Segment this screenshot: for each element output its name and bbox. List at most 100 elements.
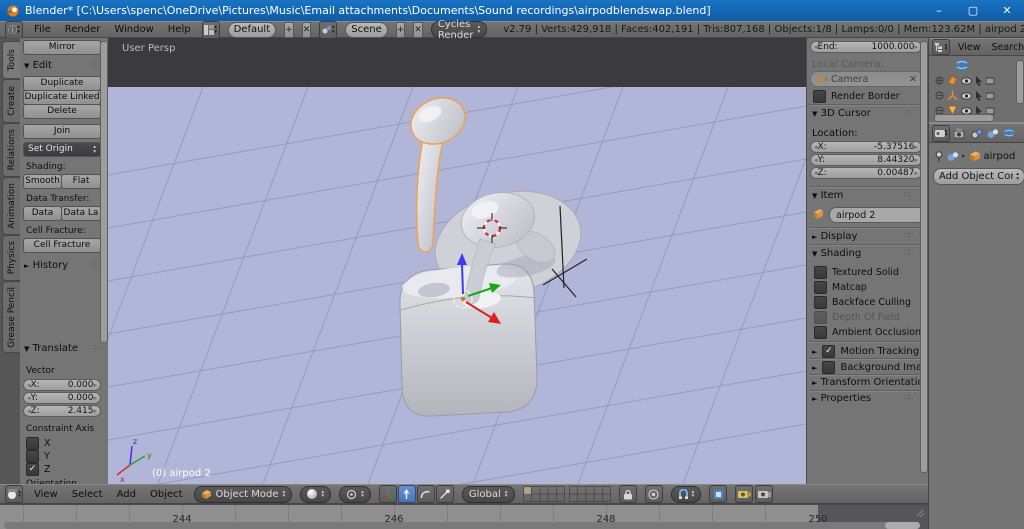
manipulator-rotate-button[interactable] (416, 485, 435, 503)
checkbox-icon[interactable] (26, 437, 39, 450)
panel-grip-icon[interactable]: ∷∷ (904, 231, 913, 240)
translate-y-field[interactable]: ◂ Y: 0.000 ▸ (23, 392, 101, 404)
translate-panel-header[interactable]: ▼ Translate ∷∷ (24, 343, 99, 354)
checkbox-icon[interactable] (814, 326, 827, 339)
object-data-cube-icon[interactable] (969, 150, 981, 162)
tab-physics[interactable]: Physics (2, 235, 21, 281)
panel-grip-icon[interactable]: ∷∷ (90, 343, 99, 352)
menu-file[interactable]: File (31, 24, 54, 35)
layer-grid-left-icon[interactable] (522, 486, 565, 502)
opengl-render-image-icon[interactable] (735, 485, 754, 503)
selectability-cursor-icon[interactable] (975, 90, 983, 101)
item-panel-header[interactable]: ▼ Item ∷∷ (812, 190, 913, 201)
checkbox-icon[interactable] (814, 266, 827, 279)
ambient-occlusion-checkbox[interactable]: Ambient Occlusion (814, 326, 921, 339)
textured-solid-checkbox[interactable]: Textured Solid (814, 266, 899, 279)
layout-delete-button[interactable]: ✕ (301, 21, 312, 38)
cursor-y-field[interactable]: ◂ Y: 8.44320 ▸ (810, 154, 922, 166)
item-name-field[interactable]: airpod 2 (829, 207, 925, 223)
menu-window[interactable]: Window (111, 24, 156, 35)
motion-tracking-panel-header[interactable]: ► ✓ Motion Tracking ∷∷ (812, 345, 933, 358)
tab-scene-icon[interactable] (971, 128, 983, 139)
scene-world-icon[interactable] (955, 58, 969, 72)
checkbox-icon[interactable] (814, 281, 827, 294)
edit-panel-header[interactable]: ▼ Edit ∷∷ (24, 60, 99, 71)
tab-world-icon[interactable] (1003, 127, 1015, 139)
panel-grip-icon[interactable]: ∷∷ (904, 377, 913, 386)
translate-z-field[interactable]: ◂ Z: 2.415 ▸ (23, 405, 101, 417)
viewport-3d-scene[interactable]: z y x (108, 38, 806, 484)
checkbox-icon[interactable]: ✓ (26, 463, 39, 476)
tab-relations[interactable]: Relations (2, 123, 21, 177)
panel-grip-icon[interactable]: ∷∷ (904, 393, 913, 402)
mirror-button[interactable]: Mirror (23, 40, 101, 55)
expand-icon[interactable] (935, 76, 944, 85)
menu-object[interactable]: Object (147, 489, 186, 500)
matcap-checkbox[interactable]: Matcap (814, 281, 867, 294)
constraint-y-checkbox[interactable]: Y (26, 450, 50, 463)
pivot-point-selector[interactable]: ▴ ▾ (339, 485, 371, 503)
constraint-x-checkbox[interactable]: X (26, 437, 51, 450)
snap-target-icon[interactable] (709, 485, 728, 503)
local-camera-field[interactable]: Camera ✕ (810, 71, 924, 87)
lock-to-scene-icon[interactable] (618, 485, 637, 503)
cursor-x-field[interactable]: ◂ X: -5.37516 ▸ (810, 141, 922, 153)
pin-icon[interactable] (934, 150, 944, 162)
shade-smooth-button[interactable]: Smooth (23, 174, 62, 189)
layers-widget[interactable] (522, 486, 611, 502)
data-button[interactable]: Data (23, 206, 62, 221)
tab-create[interactable]: Create (2, 79, 21, 123)
transform-orientations-panel-header[interactable]: ► Transform Orientations ∷∷ (812, 377, 935, 388)
outliner-menu-search[interactable]: Search (989, 42, 1024, 53)
constraint-z-checkbox[interactable]: ✓ Z (26, 463, 51, 476)
tool-shelf-scrollbar[interactable] (100, 41, 108, 343)
set-origin-menu[interactable]: Set Origin ▴ ▾ (23, 142, 101, 157)
display-panel-header[interactable]: ► Display ∷∷ (812, 231, 913, 242)
tab-render-icon[interactable] (954, 128, 967, 139)
panel-grip-icon[interactable]: ∷∷ (90, 60, 99, 69)
manipulator-translate-button[interactable] (397, 485, 416, 503)
checkbox-icon[interactable]: ✓ (822, 345, 836, 358)
history-panel-header[interactable]: ► History ∷∷ (24, 260, 99, 271)
outliner-row-empty[interactable] (935, 90, 997, 101)
cursor-panel-header[interactable]: ▼ 3D Cursor ∷∷ (812, 108, 913, 119)
minimize-button[interactable]: – (922, 0, 956, 21)
backface-culling-checkbox[interactable]: Backface Culling (814, 296, 911, 309)
menu-help[interactable]: Help (165, 24, 194, 35)
add-object-constraint-button[interactable]: Add Object Constr... ▴▾ (933, 168, 1024, 185)
duplicate-button[interactable]: Duplicate (23, 76, 101, 91)
panel-grip-icon[interactable]: ∷∷ (904, 108, 913, 117)
viewport-3d[interactable]: z y x User Persp (0) airpod 2 (108, 38, 806, 484)
outliner-row-mesh[interactable] (935, 75, 997, 86)
tab-grease-pencil[interactable]: Grease Pencil (2, 281, 21, 353)
outliner-scrollbar-vertical[interactable] (1016, 60, 1024, 104)
menu-add[interactable]: Add (114, 489, 139, 500)
checkbox-icon[interactable] (822, 361, 836, 374)
translate-x-field[interactable]: ◂ X: 0.000 ▸ (23, 379, 101, 391)
panel-grip-icon[interactable]: ∷∷ (90, 260, 99, 269)
scene-delete-button[interactable]: ✕ (413, 21, 423, 38)
layer-grid-right-icon[interactable] (568, 486, 611, 502)
manipulator-axis-icon[interactable] (378, 485, 397, 503)
region-resize-corner-icon[interactable] (914, 507, 926, 519)
layout-selector[interactable]: Default (227, 21, 277, 38)
menu-render[interactable]: Render (62, 24, 104, 35)
close-button[interactable]: ✕ (990, 0, 1024, 21)
scene-add-button[interactable]: + (395, 21, 406, 38)
panel-grip-icon[interactable]: ∷∷ (904, 248, 913, 257)
mode-selector[interactable]: Object Mode ▴ ▾ (193, 485, 293, 503)
checkbox-icon[interactable] (813, 90, 826, 103)
layout-add-button[interactable]: + (284, 21, 294, 38)
cursor-z-field[interactable]: ◂ Z: 0.00487 ▸ (810, 167, 922, 179)
scene-selector[interactable]: Scene (345, 21, 388, 38)
outliner-menu-view[interactable]: View (955, 42, 984, 53)
checkbox-icon[interactable] (26, 450, 39, 463)
renderability-camera-icon[interactable] (986, 91, 997, 100)
n-panel-scrollbar[interactable] (920, 41, 928, 473)
proportional-edit-icon[interactable] (644, 485, 663, 503)
timeline-scrollbar[interactable] (4, 522, 920, 529)
visibility-eye-icon[interactable] (961, 76, 972, 85)
editor-type-3dview-icon[interactable]: ▴ ▾ (5, 485, 23, 503)
tab-tools[interactable]: Tools (2, 41, 21, 79)
editor-type-properties-icon[interactable]: ▴ ▾ (932, 124, 950, 142)
